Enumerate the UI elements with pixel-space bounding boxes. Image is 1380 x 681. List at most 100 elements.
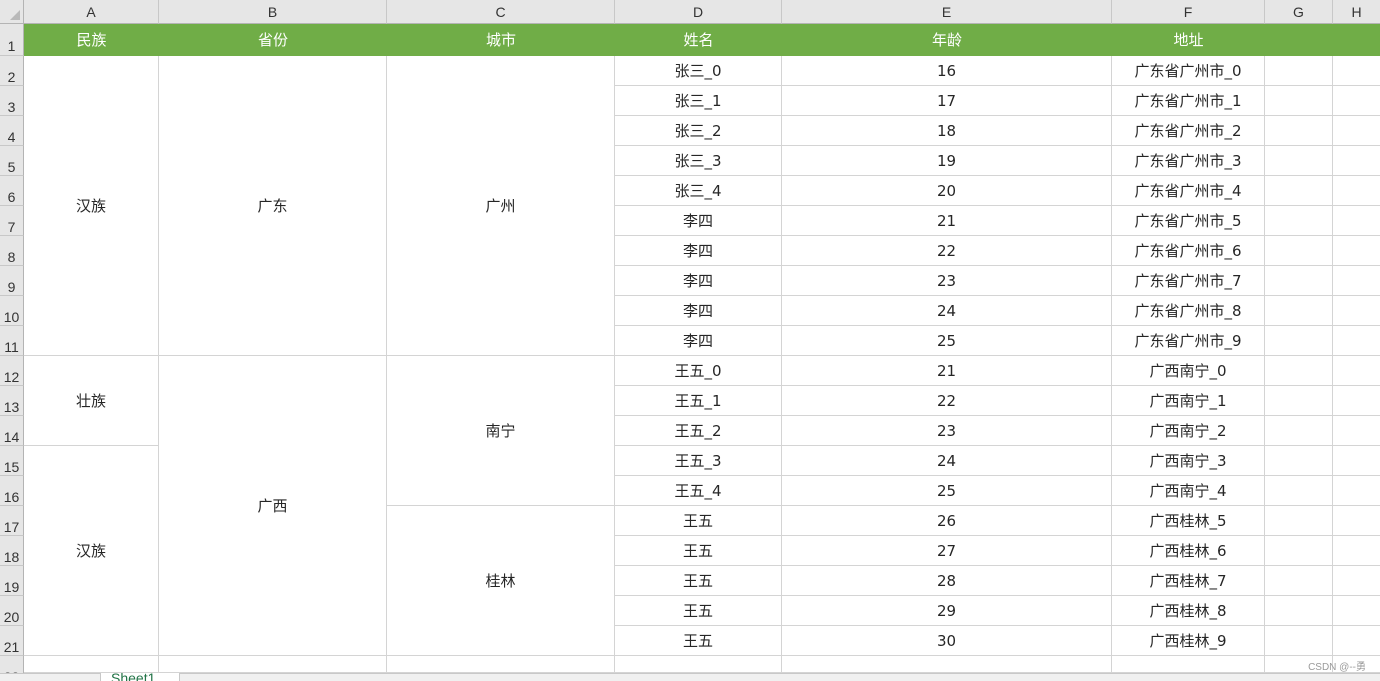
cell-empty[interactable] — [1265, 416, 1333, 446]
cell-age[interactable]: 24 — [782, 446, 1112, 476]
cell-empty[interactable] — [1265, 266, 1333, 296]
row-header[interactable]: 2 — [0, 56, 24, 86]
cell-empty[interactable] — [1333, 536, 1380, 566]
cell-address[interactable]: 广西南宁_2 — [1112, 416, 1265, 446]
cell-address[interactable]: 广西南宁_3 — [1112, 446, 1265, 476]
cell-empty[interactable] — [387, 656, 615, 673]
cell-age[interactable]: 17 — [782, 86, 1112, 116]
cell-empty[interactable] — [1265, 356, 1333, 386]
row-header[interactable]: 1 — [0, 24, 24, 56]
cell-age[interactable]: 29 — [782, 596, 1112, 626]
cell-name[interactable]: 张三_4 — [615, 176, 782, 206]
row-header[interactable]: 5 — [0, 146, 24, 176]
cell-age[interactable]: 23 — [782, 266, 1112, 296]
cell-ethnicity-merged[interactable]: 汉族 — [24, 446, 159, 656]
cell-age[interactable]: 28 — [782, 566, 1112, 596]
cell-province-merged[interactable]: 广东 — [159, 56, 387, 356]
cell-address[interactable]: 广东省广州市_6 — [1112, 236, 1265, 266]
cell-address[interactable]: 广西桂林_9 — [1112, 626, 1265, 656]
cell-name[interactable]: 王五_4 — [615, 476, 782, 506]
cell-empty[interactable] — [1333, 266, 1380, 296]
cell-empty[interactable] — [1333, 56, 1380, 86]
cell-address[interactable]: 广东省广州市_5 — [1112, 206, 1265, 236]
column-header-e[interactable]: E — [782, 0, 1112, 24]
cell-empty[interactable] — [1333, 626, 1380, 656]
cell-address[interactable]: 广西桂林_6 — [1112, 536, 1265, 566]
column-header-h[interactable]: H — [1333, 0, 1380, 24]
row-header[interactable]: 20 — [0, 596, 24, 626]
cell-age[interactable]: 25 — [782, 326, 1112, 356]
row-header[interactable]: 17 — [0, 506, 24, 536]
cell-address[interactable]: 广西南宁_1 — [1112, 386, 1265, 416]
header-city[interactable]: 城市 — [387, 24, 615, 56]
cell-address[interactable]: 广西桂林_8 — [1112, 596, 1265, 626]
cell-address[interactable]: 广西南宁_4 — [1112, 476, 1265, 506]
row-header[interactable]: 3 — [0, 86, 24, 116]
row-header[interactable]: 15 — [0, 446, 24, 476]
row-header[interactable]: 14 — [0, 416, 24, 446]
cell-name[interactable]: 王五_2 — [615, 416, 782, 446]
cell-empty[interactable] — [1265, 326, 1333, 356]
cell-age[interactable]: 18 — [782, 116, 1112, 146]
cell-age[interactable]: 20 — [782, 176, 1112, 206]
header-province[interactable]: 省份 — [159, 24, 387, 56]
cell-ethnicity-merged[interactable]: 汉族 — [24, 56, 159, 356]
cell-address[interactable]: 广东省广州市_9 — [1112, 326, 1265, 356]
column-header-b[interactable]: B — [159, 0, 387, 24]
cell-name[interactable]: 李四 — [615, 326, 782, 356]
cell-address[interactable]: 广西桂林_5 — [1112, 506, 1265, 536]
row-header[interactable]: 12 — [0, 356, 24, 386]
cell-address[interactable]: 广东省广州市_4 — [1112, 176, 1265, 206]
cell-empty[interactable] — [1265, 176, 1333, 206]
cell-address[interactable]: 广东省广州市_1 — [1112, 86, 1265, 116]
cell-empty[interactable] — [1333, 356, 1380, 386]
cell-ethnicity-merged[interactable]: 壮族 — [24, 356, 159, 446]
cell-empty[interactable] — [1265, 236, 1333, 266]
cell-empty[interactable] — [782, 656, 1112, 673]
cell-age[interactable]: 24 — [782, 296, 1112, 326]
column-header-f[interactable]: F — [1112, 0, 1265, 24]
cell-empty[interactable] — [1265, 476, 1333, 506]
cell-empty[interactable] — [1265, 86, 1333, 116]
header-address[interactable]: 地址 — [1112, 24, 1265, 56]
cell-name[interactable]: 李四 — [615, 266, 782, 296]
cell-age[interactable]: 19 — [782, 146, 1112, 176]
cell-name[interactable]: 王五_1 — [615, 386, 782, 416]
row-header[interactable]: 11 — [0, 326, 24, 356]
cell-age[interactable]: 22 — [782, 386, 1112, 416]
cell-empty[interactable] — [1265, 626, 1333, 656]
row-header[interactable]: 8 — [0, 236, 24, 266]
cell-empty[interactable] — [1333, 326, 1380, 356]
cell-city-merged[interactable]: 桂林 — [387, 506, 615, 656]
cell-empty[interactable] — [1265, 446, 1333, 476]
row-header[interactable]: 4 — [0, 116, 24, 146]
cell-empty[interactable] — [1333, 86, 1380, 116]
header-ethnicity[interactable]: 民族 — [24, 24, 159, 56]
cell-age[interactable]: 21 — [782, 356, 1112, 386]
cell-empty[interactable] — [1333, 506, 1380, 536]
cell-address[interactable]: 广西南宁_0 — [1112, 356, 1265, 386]
select-all-corner[interactable] — [0, 0, 24, 24]
column-header-d[interactable]: D — [615, 0, 782, 24]
cell-age[interactable]: 21 — [782, 206, 1112, 236]
column-header-c[interactable]: C — [387, 0, 615, 24]
row-header[interactable]: 18 — [0, 536, 24, 566]
cell-age[interactable]: 23 — [782, 416, 1112, 446]
cell-name[interactable]: 李四 — [615, 206, 782, 236]
cell-empty[interactable] — [1333, 476, 1380, 506]
cell-name[interactable]: 王五_3 — [615, 446, 782, 476]
cell-empty[interactable] — [1265, 146, 1333, 176]
row-header[interactable]: 10 — [0, 296, 24, 326]
cell-empty[interactable] — [1265, 506, 1333, 536]
cell-empty[interactable] — [1265, 206, 1333, 236]
cell-empty[interactable] — [1333, 176, 1380, 206]
cell-address[interactable]: 广西桂林_7 — [1112, 566, 1265, 596]
cell-empty[interactable] — [1333, 296, 1380, 326]
cell-name[interactable]: 王五_0 — [615, 356, 782, 386]
cell-city-merged[interactable]: 广州 — [387, 56, 615, 356]
cell-name[interactable]: 王五 — [615, 626, 782, 656]
header-age[interactable]: 年龄 — [782, 24, 1112, 56]
cell-empty[interactable] — [1265, 536, 1333, 566]
cell-city-merged[interactable]: 南宁 — [387, 356, 615, 506]
column-header-a[interactable]: A — [24, 0, 159, 24]
